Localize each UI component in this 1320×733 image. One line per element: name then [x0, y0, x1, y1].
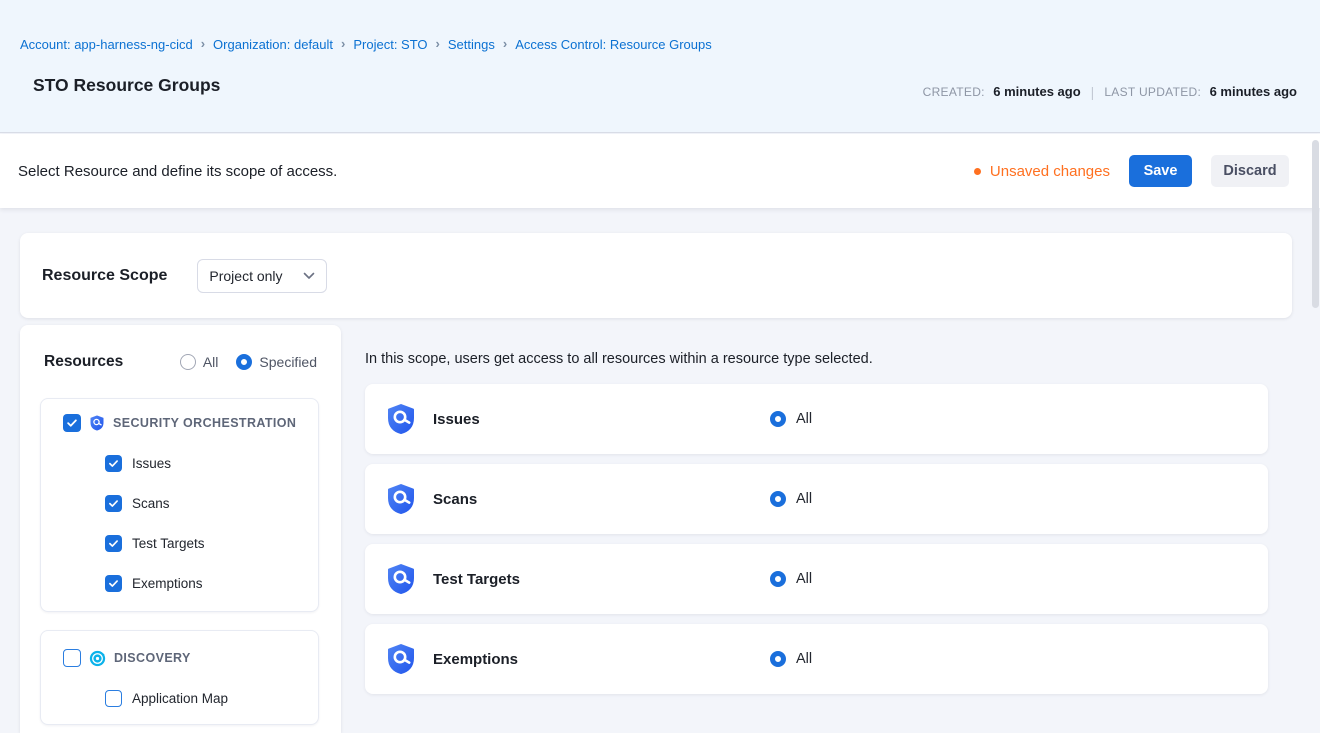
discovery-label: DISCOVERY	[114, 651, 191, 665]
breadcrumb-organization-link[interactable]: Organization: default	[213, 37, 333, 52]
meta-divider: |	[1091, 84, 1095, 100]
radio-selected-icon	[770, 571, 786, 587]
resource-checkbox-row-exemptions[interactable]: Exemptions	[41, 563, 318, 603]
sto-shield-icon	[385, 643, 417, 675]
discard-button[interactable]: Discard	[1211, 155, 1289, 187]
unsaved-dot-icon	[974, 168, 981, 175]
radio-unselected-icon	[180, 354, 196, 370]
security-orchestration-label: SECURITY ORCHESTRATION	[113, 416, 296, 430]
discovery-icon	[89, 650, 106, 667]
unsaved-changes-badge: Unsaved changes	[974, 163, 1110, 180]
resource-row-scans: Scans All	[365, 464, 1268, 534]
radio-selected-icon	[770, 411, 786, 427]
exemptions-access-all-radio[interactable]: All	[770, 651, 812, 667]
test-targets-access-all-label: All	[796, 571, 812, 587]
resource-row-exemptions-label: Exemptions	[433, 651, 518, 668]
application-map-checkbox[interactable]	[105, 690, 122, 707]
action-toolbar: Select Resource and define its scope of …	[0, 134, 1320, 208]
exemptions-checkbox[interactable]	[105, 575, 122, 592]
breadcrumb-chevron-icon: ›	[201, 36, 205, 51]
created-updated-meta: CREATED: 6 minutes ago | LAST UPDATED: 6…	[923, 83, 1297, 101]
breadcrumb-project-link[interactable]: Project: STO	[353, 37, 427, 52]
resource-checkbox-row-test-targets[interactable]: Test Targets	[41, 523, 318, 563]
breadcrumb-chevron-icon: ›	[341, 36, 345, 51]
resources-mode-specified-radio[interactable]: Specified	[236, 354, 317, 370]
resource-group-security-orchestration: SECURITY ORCHESTRATION Issues Scans	[40, 398, 319, 612]
resource-row-test-targets: Test Targets All	[365, 544, 1268, 614]
test-targets-access-all-radio[interactable]: All	[770, 571, 812, 587]
scans-access-all-radio[interactable]: All	[770, 491, 812, 507]
unsaved-changes-label: Unsaved changes	[990, 163, 1110, 180]
resource-scope-label: Resource Scope	[42, 267, 167, 285]
application-map-label: Application Map	[132, 691, 228, 706]
chevron-down-icon	[303, 272, 315, 280]
exemptions-access-all-label: All	[796, 651, 812, 667]
resource-row-scans-label: Scans	[433, 491, 477, 508]
sto-shield-icon	[385, 563, 417, 595]
issues-label: Issues	[132, 456, 171, 471]
checkmark-icon	[107, 577, 120, 590]
resource-rows: Issues All Scans All Test Targets All	[365, 384, 1268, 704]
resources-mode-all-label: All	[203, 354, 219, 370]
created-value: 6 minutes ago	[993, 84, 1080, 99]
resources-mode-all-radio[interactable]: All	[180, 354, 219, 370]
test-targets-label: Test Targets	[132, 536, 205, 551]
save-button[interactable]: Save	[1129, 155, 1192, 187]
checkmark-icon	[107, 537, 120, 550]
last-updated-label: LAST UPDATED:	[1104, 85, 1201, 99]
radio-selected-icon	[770, 651, 786, 667]
resource-scope-selected-value: Project only	[209, 268, 282, 284]
test-targets-checkbox[interactable]	[105, 535, 122, 552]
resource-scope-dropdown[interactable]: Project only	[197, 259, 327, 293]
resource-checkbox-row-scans[interactable]: Scans	[41, 483, 318, 523]
resource-groups-page: Account: app-harness-ng-cicd › Organizat…	[0, 0, 1320, 733]
radio-selected-icon	[236, 354, 252, 370]
resource-checkbox-row-issues[interactable]: Issues	[41, 443, 318, 483]
resource-row-exemptions: Exemptions All	[365, 624, 1268, 694]
breadcrumb-access-control-link[interactable]: Access Control: Resource Groups	[515, 37, 712, 52]
checkmark-icon	[107, 457, 120, 470]
resource-group-discovery: DISCOVERY Application Map	[40, 630, 319, 725]
breadcrumb: Account: app-harness-ng-cicd › Organizat…	[20, 37, 712, 52]
resources-mode-specified-label: Specified	[259, 354, 317, 370]
scans-label: Scans	[132, 496, 170, 511]
resources-panel-title: Resources	[44, 353, 123, 371]
discovery-checkbox[interactable]	[63, 649, 81, 667]
scope-description: In this scope, users get access to all r…	[365, 351, 873, 367]
breadcrumb-account-link[interactable]: Account: app-harness-ng-cicd	[20, 37, 193, 52]
resource-checkbox-row-application-map[interactable]: Application Map	[41, 678, 318, 718]
issues-access-all-radio[interactable]: All	[770, 411, 812, 427]
scans-access-all-label: All	[796, 491, 812, 507]
checkmark-icon	[107, 497, 120, 510]
toolbar-description: Select Resource and define its scope of …	[18, 163, 337, 180]
page-header: Account: app-harness-ng-cicd › Organizat…	[0, 0, 1320, 133]
exemptions-label: Exemptions	[132, 576, 203, 591]
resource-row-test-targets-label: Test Targets	[433, 571, 520, 588]
resources-mode-radio-group: All Specified	[180, 354, 317, 370]
vertical-scrollbar[interactable]	[1312, 140, 1319, 308]
page-title: STO Resource Groups	[33, 75, 220, 96]
resource-row-issues: Issues All	[365, 384, 1268, 454]
sto-shield-icon	[385, 483, 417, 515]
scans-checkbox[interactable]	[105, 495, 122, 512]
issues-checkbox[interactable]	[105, 455, 122, 472]
created-label: CREATED:	[923, 85, 985, 99]
resources-panel: Resources All Specified SECURITY ORCHES	[20, 325, 341, 733]
issues-access-all-label: All	[796, 411, 812, 427]
sto-shield-icon	[89, 415, 105, 431]
checkmark-icon	[65, 416, 79, 430]
sto-shield-icon	[385, 403, 417, 435]
breadcrumb-chevron-icon: ›	[503, 36, 507, 51]
radio-selected-icon	[770, 491, 786, 507]
resource-row-issues-label: Issues	[433, 411, 480, 428]
security-orchestration-checkbox[interactable]	[63, 414, 81, 432]
breadcrumb-chevron-icon: ›	[436, 36, 440, 51]
resource-scope-card: Resource Scope Project only	[20, 233, 1292, 318]
last-updated-value: 6 minutes ago	[1210, 84, 1297, 99]
breadcrumb-settings-link[interactable]: Settings	[448, 37, 495, 52]
